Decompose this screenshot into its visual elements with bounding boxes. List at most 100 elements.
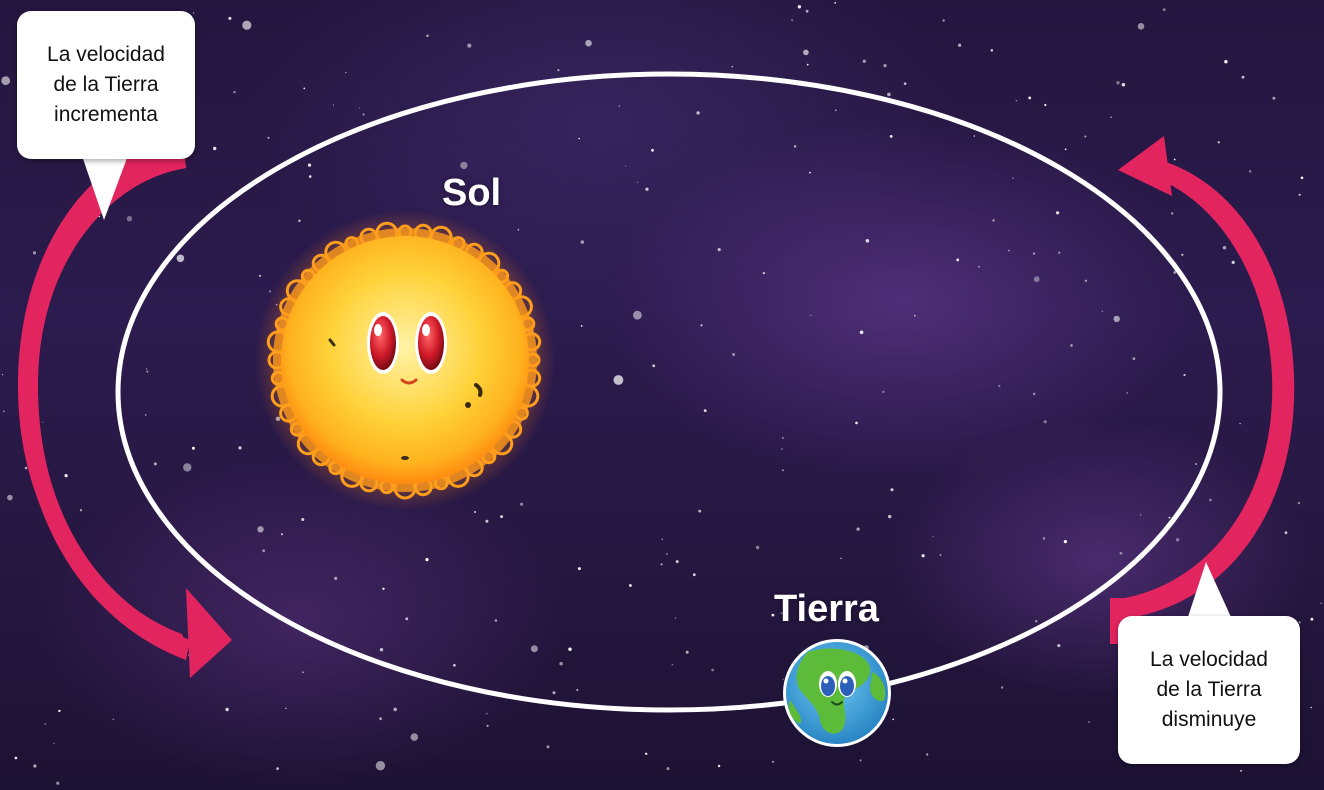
star [1110,116,1112,118]
star [308,175,312,178]
star [791,19,794,22]
star [405,617,409,621]
star [998,384,1001,387]
star [1298,193,1301,196]
star [932,535,934,538]
star [926,753,929,756]
star [1183,373,1186,377]
star [1173,158,1176,161]
star [1139,514,1142,516]
star [64,474,68,478]
star [781,469,784,472]
star [307,163,312,167]
star [298,219,301,223]
star [696,111,700,115]
star [53,742,55,744]
star [191,446,195,450]
star [629,584,632,587]
star [1035,620,1038,623]
star [79,509,83,512]
star [379,717,382,721]
star [717,764,721,768]
star [530,645,538,653]
star [660,563,663,566]
star [887,92,891,97]
star [810,314,812,317]
callout-line: incrementa [54,103,158,126]
star [835,109,837,111]
sun-label: Sol [442,172,502,214]
star [1173,271,1176,274]
star [233,91,236,94]
star [805,9,809,13]
star [1064,148,1067,151]
star [257,526,264,533]
star [301,518,305,521]
star [302,671,304,673]
star [973,135,975,137]
cartoon-earth-icon [783,639,891,747]
star [1224,60,1228,64]
star [334,576,338,581]
callout-line: La velocidad [47,43,165,66]
star [1181,253,1184,256]
star [410,733,419,741]
star [782,437,784,439]
star [146,370,149,373]
star [1222,246,1227,250]
star [1063,540,1067,544]
star [666,553,668,555]
star [711,668,714,672]
star [1032,392,1036,396]
star [332,104,335,106]
star [473,510,477,514]
star [1126,392,1129,394]
star [685,650,689,654]
star [921,554,925,558]
star [44,723,47,725]
star [485,712,488,715]
star [862,59,866,63]
star [144,414,147,416]
star [1032,252,1036,255]
star [618,105,621,107]
star [382,587,385,590]
star [1175,538,1180,542]
star [992,219,995,222]
star [362,113,365,116]
star [1241,75,1245,79]
star [939,554,942,556]
orbit-diagram: Sol Tierra La velocidad de la Tierra inc… [0,0,1324,790]
star [546,745,550,749]
star [755,545,760,550]
star [625,165,627,167]
star [228,16,232,20]
star [426,34,429,38]
star [559,662,563,666]
star [1116,81,1120,85]
star [859,759,862,762]
star [1000,686,1004,689]
star [652,364,656,368]
star [956,258,960,262]
star [585,39,592,47]
star [978,266,980,268]
star [580,325,583,327]
star [32,251,37,255]
star [1056,211,1060,215]
star [1012,177,1014,179]
star [942,19,945,22]
star [1088,721,1090,723]
star [14,756,18,760]
callout-line: de la Tierra [53,73,159,96]
star [1239,422,1241,425]
star [890,488,894,492]
star [797,5,802,9]
star [494,619,498,622]
star [552,691,556,695]
star [577,567,581,571]
star [731,65,734,68]
star [1,76,11,86]
star [645,752,648,755]
star [1119,551,1123,555]
